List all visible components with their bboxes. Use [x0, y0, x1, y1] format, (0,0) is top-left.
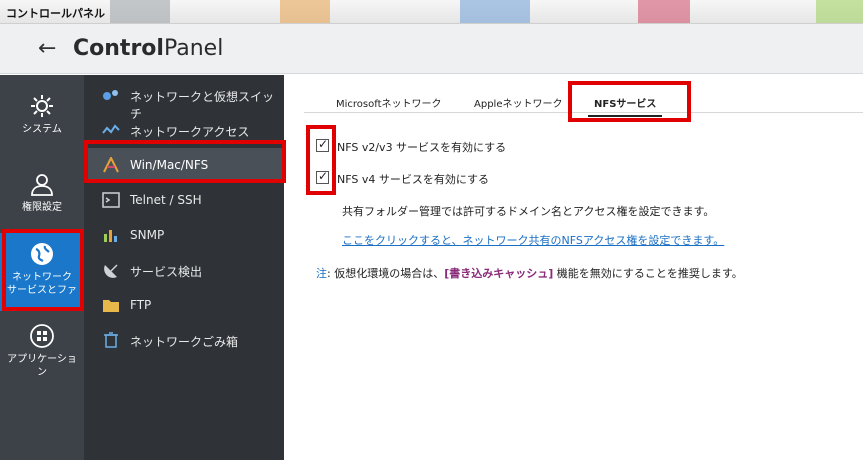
- terminal-icon: [102, 192, 120, 208]
- submenu-item-ftp[interactable]: FTP: [84, 288, 284, 323]
- nfs-description: 共有フォルダー管理では許可するドメイン名とアクセス権を設定できます。: [342, 205, 715, 218]
- nfs-v4-checkbox[interactable]: [316, 169, 329, 184]
- ftp-folder-icon: [103, 300, 119, 312]
- tab-apple-network[interactable]: Appleネットワーク: [474, 95, 562, 110]
- tab-nfs-service[interactable]: NFSサービス: [588, 95, 663, 117]
- win-mac-nfs-icon: [103, 157, 119, 173]
- globe-icon: [31, 243, 53, 265]
- submenu-label: Win/Mac/NFS: [130, 158, 209, 172]
- submenu-item-network-switch[interactable]: ネットワークと仮想スイッチ: [84, 78, 284, 121]
- network-access-icon: [102, 124, 120, 134]
- note-label: 注: [316, 267, 327, 280]
- satellite-dish-icon: [104, 264, 118, 278]
- app-title-bold: Control: [73, 36, 164, 61]
- app-title-rest: Panel: [163, 36, 224, 61]
- app-header: ← ControlPanel: [0, 24, 863, 74]
- background-app-icon: [638, 0, 690, 23]
- background-app-icon: [280, 0, 330, 23]
- submenu: ネットワークと仮想スイッチ ネットワークアクセス Win/Mac/NFS Tel…: [84, 75, 284, 460]
- submenu-item-network-recycle-bin[interactable]: ネットワークごみ箱: [84, 323, 284, 358]
- note-prefix: : 仮想化環境の場合は、: [327, 267, 445, 280]
- rail-label-network-services: ネットワーク サービスとファ: [7, 272, 77, 296]
- rail-label-privilege: 権限設定: [22, 202, 62, 213]
- background-app-icon: [460, 0, 530, 23]
- tab-microsoft-network[interactable]: Microsoftネットワーク: [336, 95, 442, 110]
- recycle-bin-icon: [104, 332, 118, 348]
- submenu-label: FTP: [130, 298, 152, 312]
- window-titlebar: コントロールパネル: [0, 0, 863, 24]
- submenu-label: Telnet / SSH: [130, 193, 202, 207]
- write-cache-note: 注: 仮想化環境の場合は、[書き込みキャッシュ] 機能を無効にすることを推奨しま…: [316, 265, 743, 281]
- rail-label-applications: アプリケーショ ン: [7, 354, 77, 378]
- rail-item-system[interactable]: システム: [0, 85, 84, 155]
- background-app-icon: [816, 0, 863, 23]
- snmp-icon: [104, 230, 117, 242]
- main-content: Microsoftネットワーク Appleネットワーク NFSサービス NFS …: [284, 75, 863, 460]
- background-app-icon: [110, 0, 170, 23]
- nfs-v2v3-checkbox[interactable]: [316, 137, 329, 152]
- rail-label-system: システム: [22, 124, 62, 135]
- note-suffix: 機能を無効にすることを推奨します。: [553, 267, 743, 280]
- app-title: ControlPanel: [73, 36, 223, 61]
- back-arrow-icon[interactable]: ←: [38, 36, 56, 61]
- user-icon: [31, 174, 53, 196]
- submenu-item-telnet-ssh[interactable]: Telnet / SSH: [84, 183, 284, 218]
- gear-icon: [31, 95, 53, 117]
- submenu-item-win-mac-nfs[interactable]: Win/Mac/NFS: [84, 148, 284, 183]
- submenu-item-snmp[interactable]: SNMP: [84, 218, 284, 253]
- tab-bar: Microsoftネットワーク Appleネットワーク NFSサービス: [304, 87, 863, 117]
- submenu-label: SNMP: [130, 228, 165, 242]
- submenu-item-network-access[interactable]: ネットワークアクセス: [84, 113, 284, 148]
- submenu-label: ネットワークごみ箱: [130, 335, 239, 349]
- nfs-v4-label: NFS v4 サービスを有効にする: [337, 173, 489, 186]
- network-switch-icon: [103, 90, 118, 100]
- submenu-label: ネットワークアクセス: [130, 125, 250, 139]
- rail-item-applications[interactable]: アプリケーショ ン: [0, 315, 84, 395]
- category-rail: システム 権限設定 ネットワーク サービスとファ アプリケーショ ン: [0, 75, 84, 460]
- submenu-label: サービス検出: [130, 265, 203, 279]
- nfs-v2v3-label: NFS v2/v3 サービスを有効にする: [337, 141, 507, 154]
- nfs-access-rights-link[interactable]: ここをクリックすると、ネットワーク共有のNFSアクセス権を設定できます。: [342, 232, 724, 248]
- submenu-item-service-discovery[interactable]: サービス検出: [84, 253, 284, 288]
- apps-icon: [30, 324, 54, 348]
- write-cache-link[interactable]: [書き込みキャッシュ]: [444, 267, 553, 280]
- window-title: コントロールパネル: [6, 7, 105, 20]
- rail-item-network-services[interactable]: ネットワーク サービスとファ: [0, 233, 84, 311]
- rail-item-privilege[interactable]: 権限設定: [0, 163, 84, 233]
